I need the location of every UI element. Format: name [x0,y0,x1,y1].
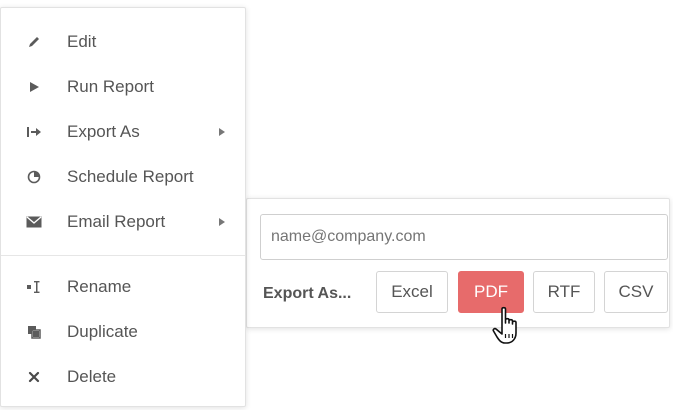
menu-item-label: Delete [67,367,117,386]
menu-item-edit[interactable]: Edit [1,20,245,64]
menu-item-label: Duplicate [67,322,138,341]
export-icon [25,123,43,141]
submenu-arrow-icon [217,217,227,227]
export-as-label: Export As... [263,285,352,302]
envelope-icon [25,213,43,231]
x-icon [25,368,43,386]
menu-item-label: Export As [67,122,140,141]
menu-item-email-report[interactable]: Email Report [1,200,245,244]
menu-item-schedule-report[interactable]: Schedule Report [1,155,245,199]
email-report-submenu: Export As... Excel PDF RTF CSV [246,198,670,328]
export-excel-button[interactable]: Excel [376,271,448,313]
menu-item-label: Email Report [67,212,166,231]
clock-pie-icon [25,168,43,186]
menu-item-export-as[interactable]: Export As [1,110,245,154]
rename-cursor-icon [25,278,43,296]
export-pdf-button[interactable]: PDF [458,271,524,313]
menu-divider [1,255,245,256]
menu-item-label: Edit [67,32,97,51]
menu-item-rename[interactable]: Rename [1,265,245,309]
pencil-icon [25,33,43,51]
context-menu: Edit Run Report Export As Schedule Repor… [0,7,246,407]
submenu-arrow-icon [217,127,227,137]
menu-item-run-report[interactable]: Run Report [1,65,245,109]
duplicate-icon [25,323,43,341]
menu-item-label: Rename [67,277,132,296]
export-csv-button[interactable]: CSV [604,271,668,313]
menu-item-duplicate[interactable]: Duplicate [1,310,245,354]
stage: Edit Run Report Export As Schedule Repor… [0,0,673,410]
menu-item-label: Schedule Report [67,167,194,186]
play-icon [25,78,43,96]
menu-item-delete[interactable]: Delete [1,355,245,399]
menu-item-label: Run Report [67,77,154,96]
export-rtf-button[interactable]: RTF [533,271,595,313]
email-input[interactable] [260,214,668,260]
